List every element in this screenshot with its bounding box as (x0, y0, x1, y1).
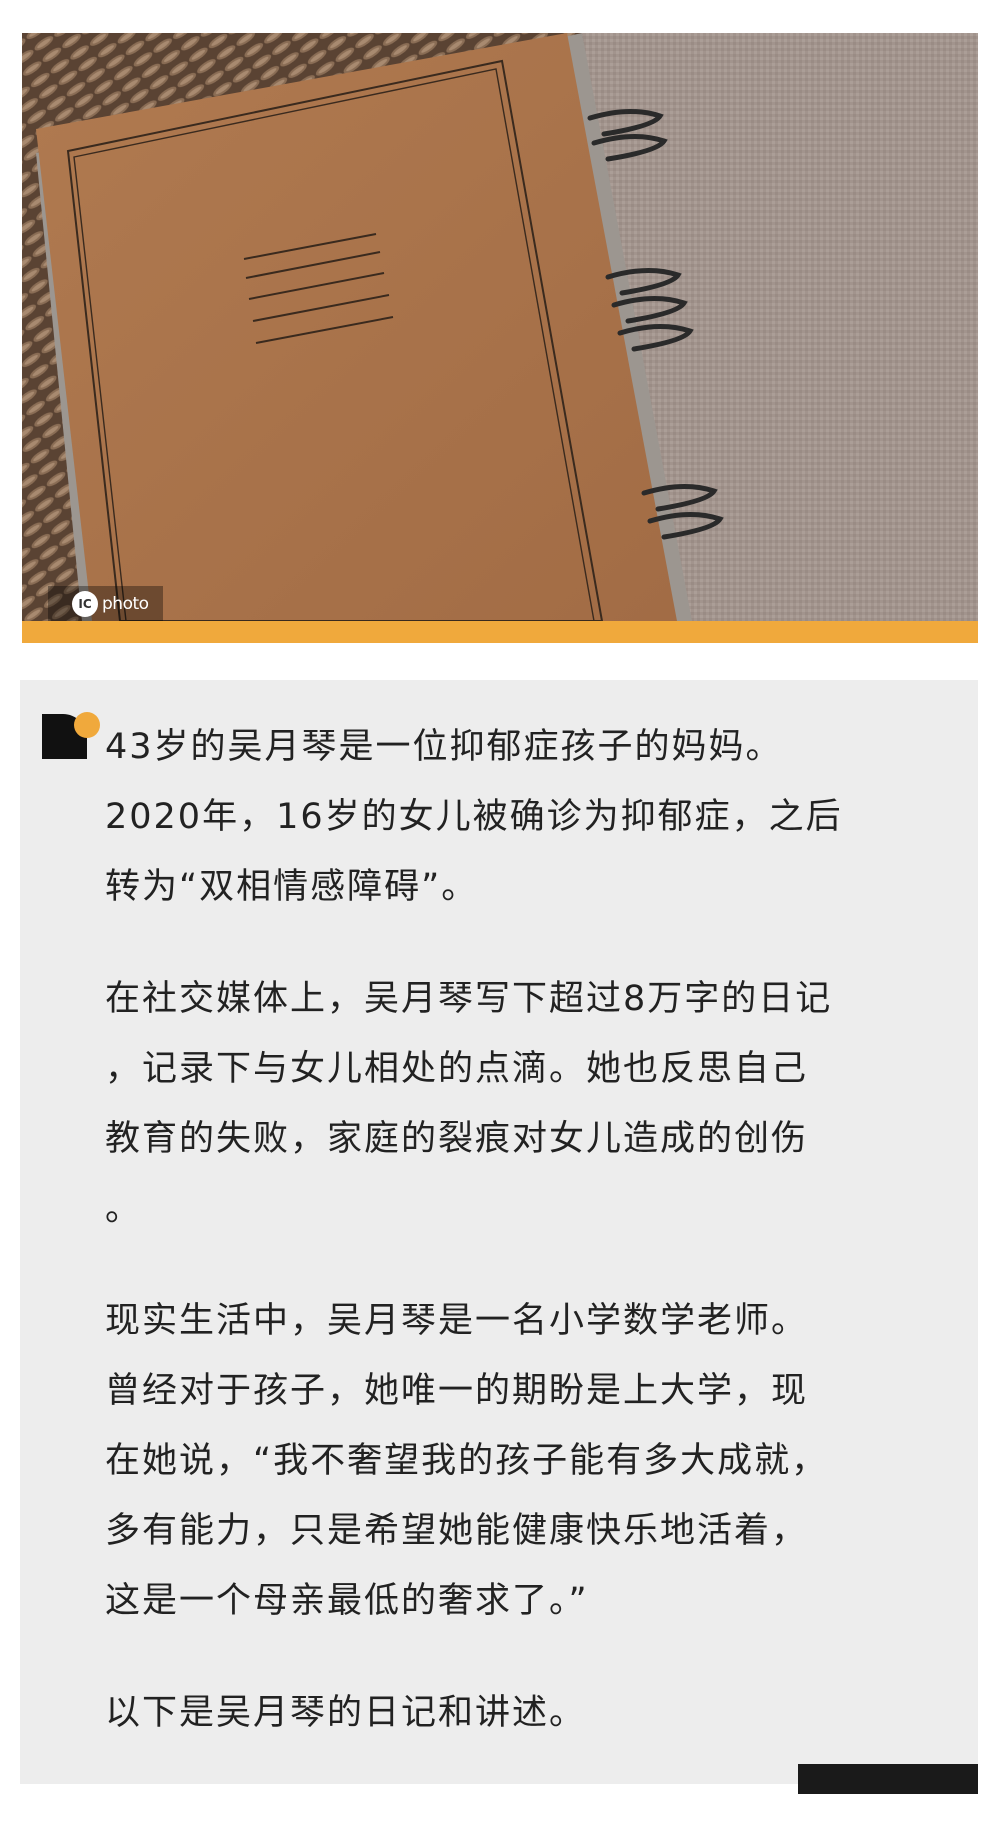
hero-photo: IC photo (22, 33, 978, 621)
article-text: 43岁的吴月琴是一位抑郁症孩子的妈妈。 2020年，16岁的女儿被确诊为抑郁症，… (105, 712, 905, 1790)
hero-accent-bar (22, 621, 978, 643)
watermark-text: photo (102, 594, 149, 614)
paragraph-intro: 43岁的吴月琴是一位抑郁症孩子的妈妈。 2020年，16岁的女儿被确诊为抑郁症，… (105, 727, 843, 907)
paragraph-following: 以下是吴月琴的日记和讲述。 (105, 1693, 587, 1733)
corner-bar (798, 1764, 978, 1794)
paragraph-teacher: 现实生活中，吴月琴是一名小学数学老师。 曾经对于孩子，她唯一的期盼是上大学，现 … (105, 1301, 829, 1621)
quote-dot-icon (74, 712, 100, 738)
watermark: IC photo (48, 586, 163, 621)
paragraph-diary: 在社交媒体上，吴月琴写下超过8万字的日记 ，记录下与女儿相处的点滴。她也反思自己… (105, 979, 833, 1229)
notebook-illustration (22, 33, 978, 621)
watermark-logo-icon: IC (72, 591, 98, 617)
